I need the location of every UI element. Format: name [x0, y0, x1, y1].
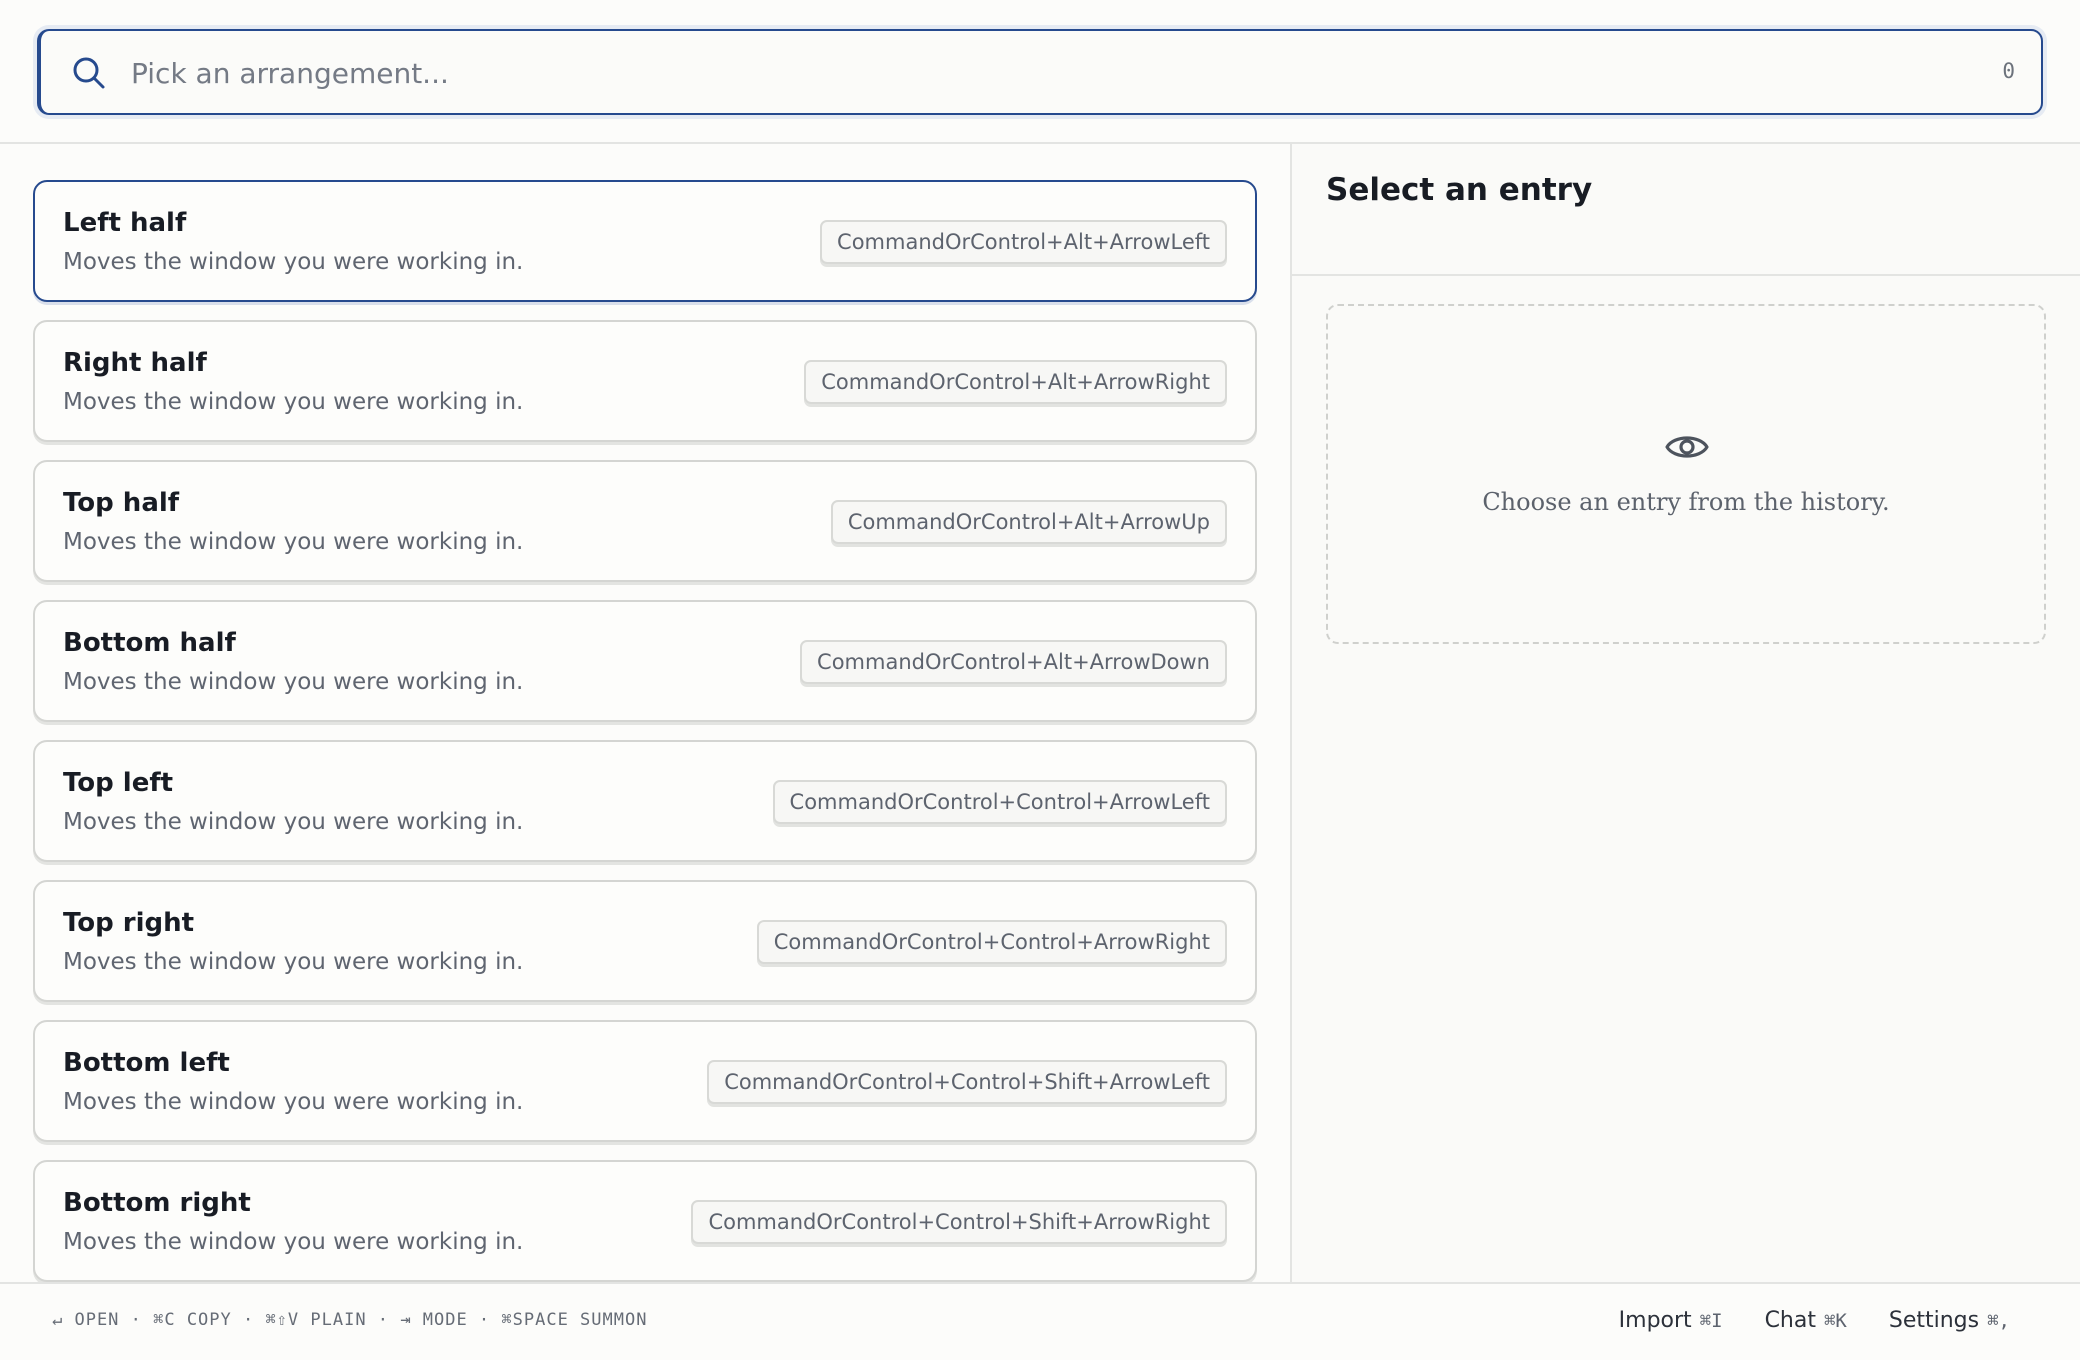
arrangement-title: Top left [63, 768, 174, 798]
arrangement-title: Bottom left [63, 1048, 230, 1078]
arrangement-item-bottom-left[interactable]: Bottom left Moves the window you were wo… [33, 1020, 1257, 1142]
detail-header: Select an entry [1292, 144, 2080, 276]
shortcut-badge: CommandOrControl+Alt+ArrowUp [830, 500, 1227, 544]
shortcut-badge: CommandOrControl+Alt+ArrowRight [804, 360, 1227, 404]
footer-bar: ↵ OPEN · ⌘C COPY · ⌘⇧V PLAIN · ⇥ MODE · … [0, 1282, 2080, 1360]
settings-label: Settings [1888, 1308, 1980, 1333]
result-count: 0 [2002, 59, 2015, 83]
shortcut-badge: CommandOrControl+Control+Shift+ArrowRigh… [691, 1200, 1227, 1244]
chat-button[interactable]: Chat ⌘K [1765, 1308, 1847, 1333]
arrangement-title: Bottom half [63, 628, 236, 658]
empty-state-message: Choose an entry from the history. [1482, 488, 1890, 516]
detail-title: Select an entry [1326, 172, 1593, 208]
arrangement-title: Right half [63, 348, 207, 378]
arrangement-title: Left half [63, 208, 187, 238]
arrangement-description: Moves the window you were working in. [63, 1089, 524, 1115]
arrangement-list: Left half Moves the window you were work… [0, 144, 1290, 1282]
chat-label: Chat [1764, 1308, 1816, 1333]
arrangement-description: Moves the window you were working in. [63, 809, 524, 835]
search-icon [73, 57, 105, 89]
keyboard-hints: ↵ OPEN · ⌘C COPY · ⌘⇧V PLAIN · ⇥ MODE · … [52, 1310, 648, 1330]
arrangement-description: Moves the window you were working in. [63, 669, 524, 695]
shortcut-badge: CommandOrControl+Control+Shift+ArrowLeft [707, 1060, 1227, 1104]
arrangement-description: Moves the window you were working in. [63, 949, 524, 975]
shortcut-badge: CommandOrControl+Alt+ArrowDown [800, 640, 1227, 684]
shortcut-badge: CommandOrControl+Control+ArrowLeft [772, 780, 1227, 824]
arrangement-description: Moves the window you were working in. [63, 389, 524, 415]
arrangement-item-bottom-half[interactable]: Bottom half Moves the window you were wo… [33, 600, 1257, 722]
arrangement-title: Top half [63, 488, 180, 518]
arrangement-description: Moves the window you were working in. [63, 249, 524, 275]
empty-state: Choose an entry from the history. [1326, 304, 2046, 644]
eye-icon [1665, 436, 1709, 458]
arrangement-item-right-half[interactable]: Right half Moves the window you were wor… [33, 320, 1257, 442]
search-input[interactable] [131, 51, 1911, 95]
arrangement-item-left-half[interactable]: Left half Moves the window you were work… [33, 180, 1257, 302]
arrangement-description: Moves the window you were working in. [63, 1229, 524, 1255]
import-shortcut: ⌘I [1699, 1310, 1723, 1332]
detail-panel: Select an entry Choose an entry from the… [1292, 144, 2080, 1282]
shortcut-badge: CommandOrControl+Control+ArrowRight [756, 920, 1227, 964]
footer-actions: Import ⌘I Chat ⌘K Settings ⌘, [1619, 1308, 2010, 1333]
settings-shortcut: ⌘, [1987, 1310, 2010, 1332]
import-label: Import [1618, 1308, 1692, 1333]
shortcut-badge: CommandOrControl+Alt+ArrowLeft [820, 220, 1227, 264]
arrangement-item-top-half[interactable]: Top half Moves the window you were worki… [33, 460, 1257, 582]
import-button[interactable]: Import ⌘I [1619, 1308, 1723, 1333]
arrangement-item-top-right[interactable]: Top right Moves the window you were work… [33, 880, 1257, 1002]
search-box[interactable]: 0 [37, 29, 2043, 115]
arrangement-title: Top right [63, 908, 195, 938]
chat-shortcut: ⌘K [1823, 1310, 1847, 1332]
arrangement-description: Moves the window you were working in. [63, 529, 524, 555]
arrangement-item-top-left[interactable]: Top left Moves the window you were worki… [33, 740, 1257, 862]
arrangement-item-bottom-right[interactable]: Bottom right Moves the window you were w… [33, 1160, 1257, 1282]
arrangement-title: Bottom right [63, 1188, 251, 1218]
settings-button[interactable]: Settings ⌘, [1889, 1308, 2010, 1333]
search-bar: 0 [0, 0, 2080, 144]
